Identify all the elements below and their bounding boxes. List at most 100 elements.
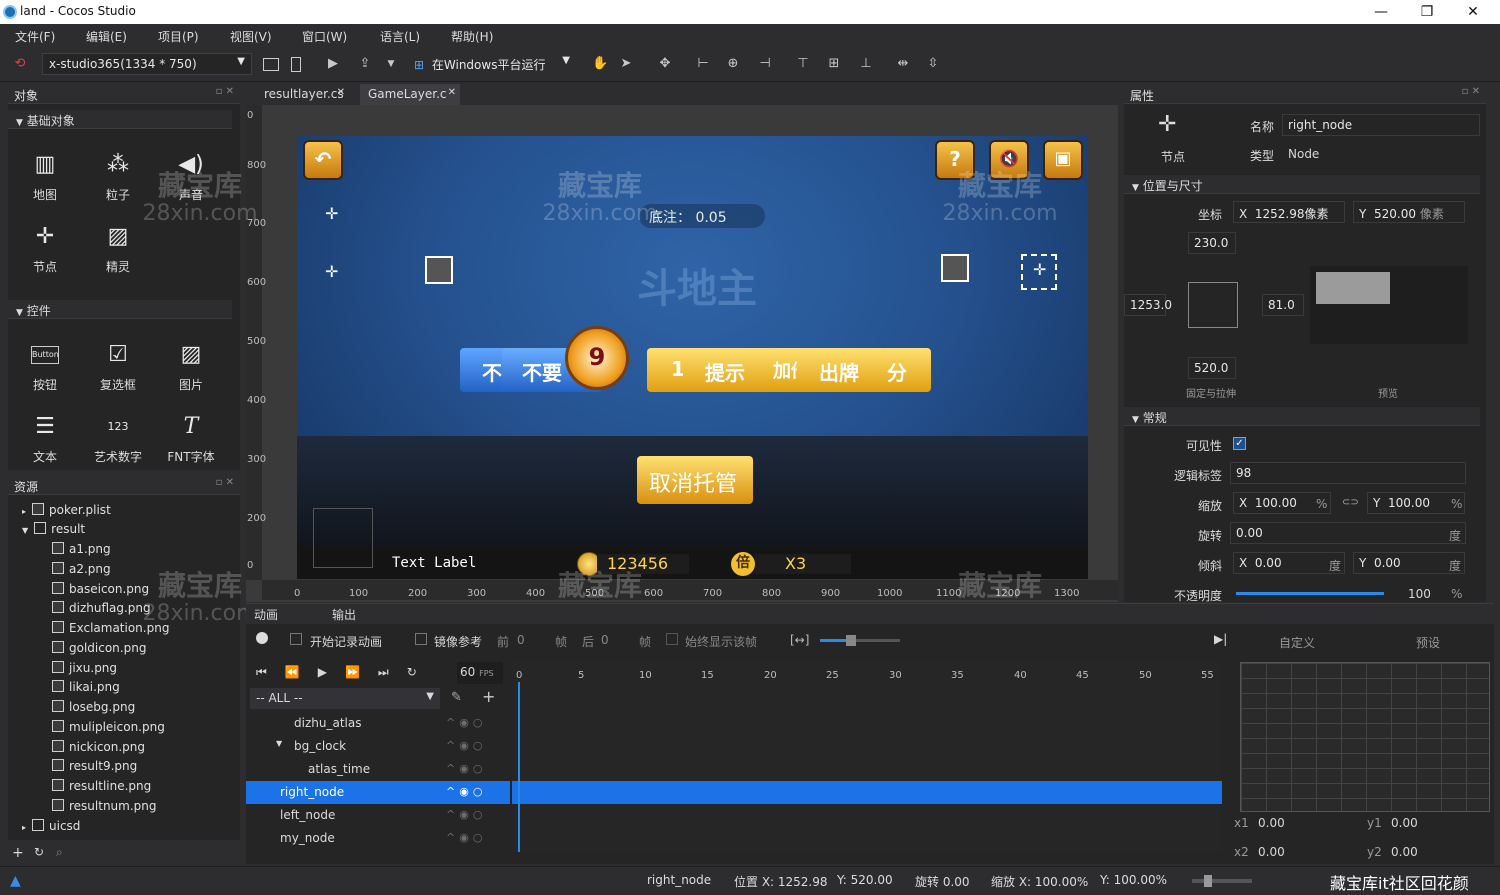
- right-margin-input[interactable]: 81.0: [1262, 294, 1304, 316]
- playback-controls[interactable]: ⏮⏪▶⏩⏭↻: [256, 665, 435, 680]
- fps-input[interactable]: 60 FPS: [457, 662, 503, 684]
- pos-x-input[interactable]: X 1252.98像素: [1233, 201, 1345, 223]
- expand-icon[interactable]: ▼: [276, 739, 282, 748]
- align-center-icon[interactable]: ⊕: [725, 56, 741, 72]
- tab-resultlayer[interactable]: resultlayer.cs ✕: [256, 84, 348, 105]
- fit-icon[interactable]: [↔]: [790, 633, 809, 647]
- mirror-checkbox[interactable]: [415, 633, 427, 645]
- maximize-button[interactable]: ❐: [1404, 0, 1450, 24]
- panel-pin-icon[interactable]: ▫ ✕: [1462, 86, 1480, 97]
- panel-pin-icon[interactable]: ▫ ✕: [216, 477, 234, 488]
- object-particle[interactable]: ⁂ 粒子: [85, 150, 151, 203]
- x2-value[interactable]: 0.00: [1258, 845, 1285, 859]
- refresh-icon[interactable]: ⟲: [12, 56, 28, 72]
- next-value[interactable]: 0: [601, 633, 609, 647]
- back-button[interactable]: ↶: [303, 140, 343, 180]
- resource-folder[interactable]: ▼ result: [22, 522, 85, 541]
- timeline-node-row[interactable]: left_node ^◉○: [246, 804, 510, 827]
- zoom-slider[interactable]: [820, 635, 900, 646]
- close-icon[interactable]: ✕: [337, 87, 345, 98]
- node-marker-icon[interactable]: ✛: [325, 204, 338, 223]
- playhead[interactable]: [518, 682, 520, 852]
- selected-node[interactable]: ✛: [1021, 254, 1057, 290]
- record-dot-icon[interactable]: [256, 632, 268, 644]
- visible-checkbox[interactable]: ✓: [1233, 437, 1246, 450]
- tab-gamelayer[interactable]: GameLayer.c ✕: [360, 84, 460, 105]
- resource-item[interactable]: a1.png: [52, 542, 111, 561]
- hand-icon[interactable]: ✋: [592, 56, 608, 72]
- sound-button[interactable]: 🔇: [989, 140, 1029, 180]
- resource-item[interactable]: mulipleicon.png: [52, 720, 165, 739]
- align-right-icon[interactable]: ⊣: [757, 56, 773, 72]
- resource-item[interactable]: result9.png: [52, 759, 137, 778]
- pos-y-input[interactable]: Y 520.00 像素: [1353, 201, 1465, 223]
- resource-item[interactable]: goldicon.png: [52, 641, 146, 660]
- bottom-margin-input[interactable]: 520.0: [1188, 357, 1236, 379]
- image-placeholder-icon[interactable]: [941, 254, 969, 282]
- play-cards-button[interactable]: 出牌: [797, 348, 887, 392]
- publish-dropdown-icon[interactable]: ▼: [383, 56, 399, 72]
- position-size-section[interactable]: ▼ 位置与尺寸: [1124, 175, 1480, 194]
- menu-project[interactable]: 项目(P): [158, 28, 199, 45]
- add-icon[interactable]: +: [482, 687, 495, 706]
- distribute-v-icon[interactable]: ⇳: [925, 56, 941, 72]
- resource-item[interactable]: ▸ poker.plist: [22, 503, 111, 522]
- align-middle-icon[interactable]: ⊞: [826, 56, 842, 72]
- object-node[interactable]: ✛ 节点: [12, 222, 78, 275]
- text-label[interactable]: Text Label: [392, 555, 476, 571]
- name-input[interactable]: right_node: [1282, 114, 1480, 136]
- curve-tab-custom[interactable]: 自定义: [1279, 634, 1315, 651]
- score-button[interactable]: 分: [881, 348, 931, 392]
- align-top-icon[interactable]: ⊤: [795, 56, 811, 72]
- control-text[interactable]: ☰ 文本: [12, 412, 78, 465]
- object-map[interactable]: ▥ 地图: [12, 150, 78, 203]
- resource-item[interactable]: Exclamation.png: [52, 621, 169, 640]
- zoom-status-slider[interactable]: [1192, 875, 1252, 887]
- close-icon[interactable]: ✕: [448, 87, 456, 98]
- resource-item[interactable]: jixu.png: [52, 661, 117, 680]
- controls-section[interactable]: ▼ 控件: [8, 300, 232, 319]
- curve-editor[interactable]: [1240, 662, 1490, 812]
- play-icon[interactable]: ▶: [325, 56, 341, 72]
- left-margin-input[interactable]: 1253.0: [1124, 294, 1172, 316]
- rotation-input[interactable]: 0.00: [1230, 522, 1466, 544]
- menu-help[interactable]: 帮助(H): [451, 28, 493, 45]
- hint-button[interactable]: 提示: [683, 348, 773, 392]
- distribute-h-icon[interactable]: ⇹: [895, 56, 911, 72]
- basic-objects-section[interactable]: ▼ 基础对象: [8, 110, 232, 129]
- opacity-value[interactable]: 100: [1408, 587, 1431, 601]
- tab-animation[interactable]: 动画: [254, 606, 278, 623]
- publish-icon[interactable]: ⇪: [357, 56, 373, 72]
- portrait-icon[interactable]: [291, 57, 301, 72]
- record-checkbox[interactable]: [290, 633, 302, 645]
- x1-value[interactable]: 0.00: [1258, 816, 1285, 830]
- refresh-icon[interactable]: ↻: [34, 845, 44, 859]
- close-button[interactable]: ✕: [1450, 0, 1496, 24]
- timeline-track[interactable]: 0 5 10 15 20 25 30 35 40 45 50 55: [512, 662, 1222, 852]
- menu-language[interactable]: 语言(L): [380, 28, 420, 45]
- resource-item[interactable]: baseicon.png: [52, 582, 149, 601]
- help-button[interactable]: ?: [935, 140, 975, 180]
- menu-view[interactable]: 视图(V): [230, 28, 272, 45]
- general-section[interactable]: ▼ 常规: [1124, 407, 1480, 426]
- timeline-node-row[interactable]: my_node ^◉○: [246, 827, 510, 850]
- row-controls[interactable]: ^◉○: [446, 739, 486, 752]
- align-left-icon[interactable]: ⊢: [695, 56, 711, 72]
- search-icon[interactable]: ⌕: [56, 845, 63, 860]
- menu-file[interactable]: 文件(F): [15, 28, 55, 45]
- object-sound[interactable]: ◀) 声音: [158, 150, 224, 203]
- control-button[interactable]: Button 按钮: [12, 340, 78, 393]
- anchor-box[interactable]: [1188, 282, 1238, 328]
- image-placeholder-icon[interactable]: [425, 256, 453, 284]
- prev-value[interactable]: 0: [517, 633, 525, 647]
- object-sprite[interactable]: ▨ 精灵: [85, 222, 151, 275]
- timeline-node-row[interactable]: atlas_time ^◉○: [246, 758, 510, 781]
- y1-value[interactable]: 0.00: [1391, 816, 1418, 830]
- node-filter-select[interactable]: -- ALL -- ▼: [250, 688, 440, 709]
- minimize-button[interactable]: —: [1358, 0, 1404, 24]
- tag-input[interactable]: 98: [1230, 462, 1466, 484]
- edit-icon[interactable]: ✎: [451, 690, 462, 705]
- robot-button[interactable]: ▣: [1043, 140, 1083, 180]
- resource-folder[interactable]: ▸ uicsd: [22, 819, 80, 838]
- move-icon[interactable]: ✥: [657, 56, 673, 72]
